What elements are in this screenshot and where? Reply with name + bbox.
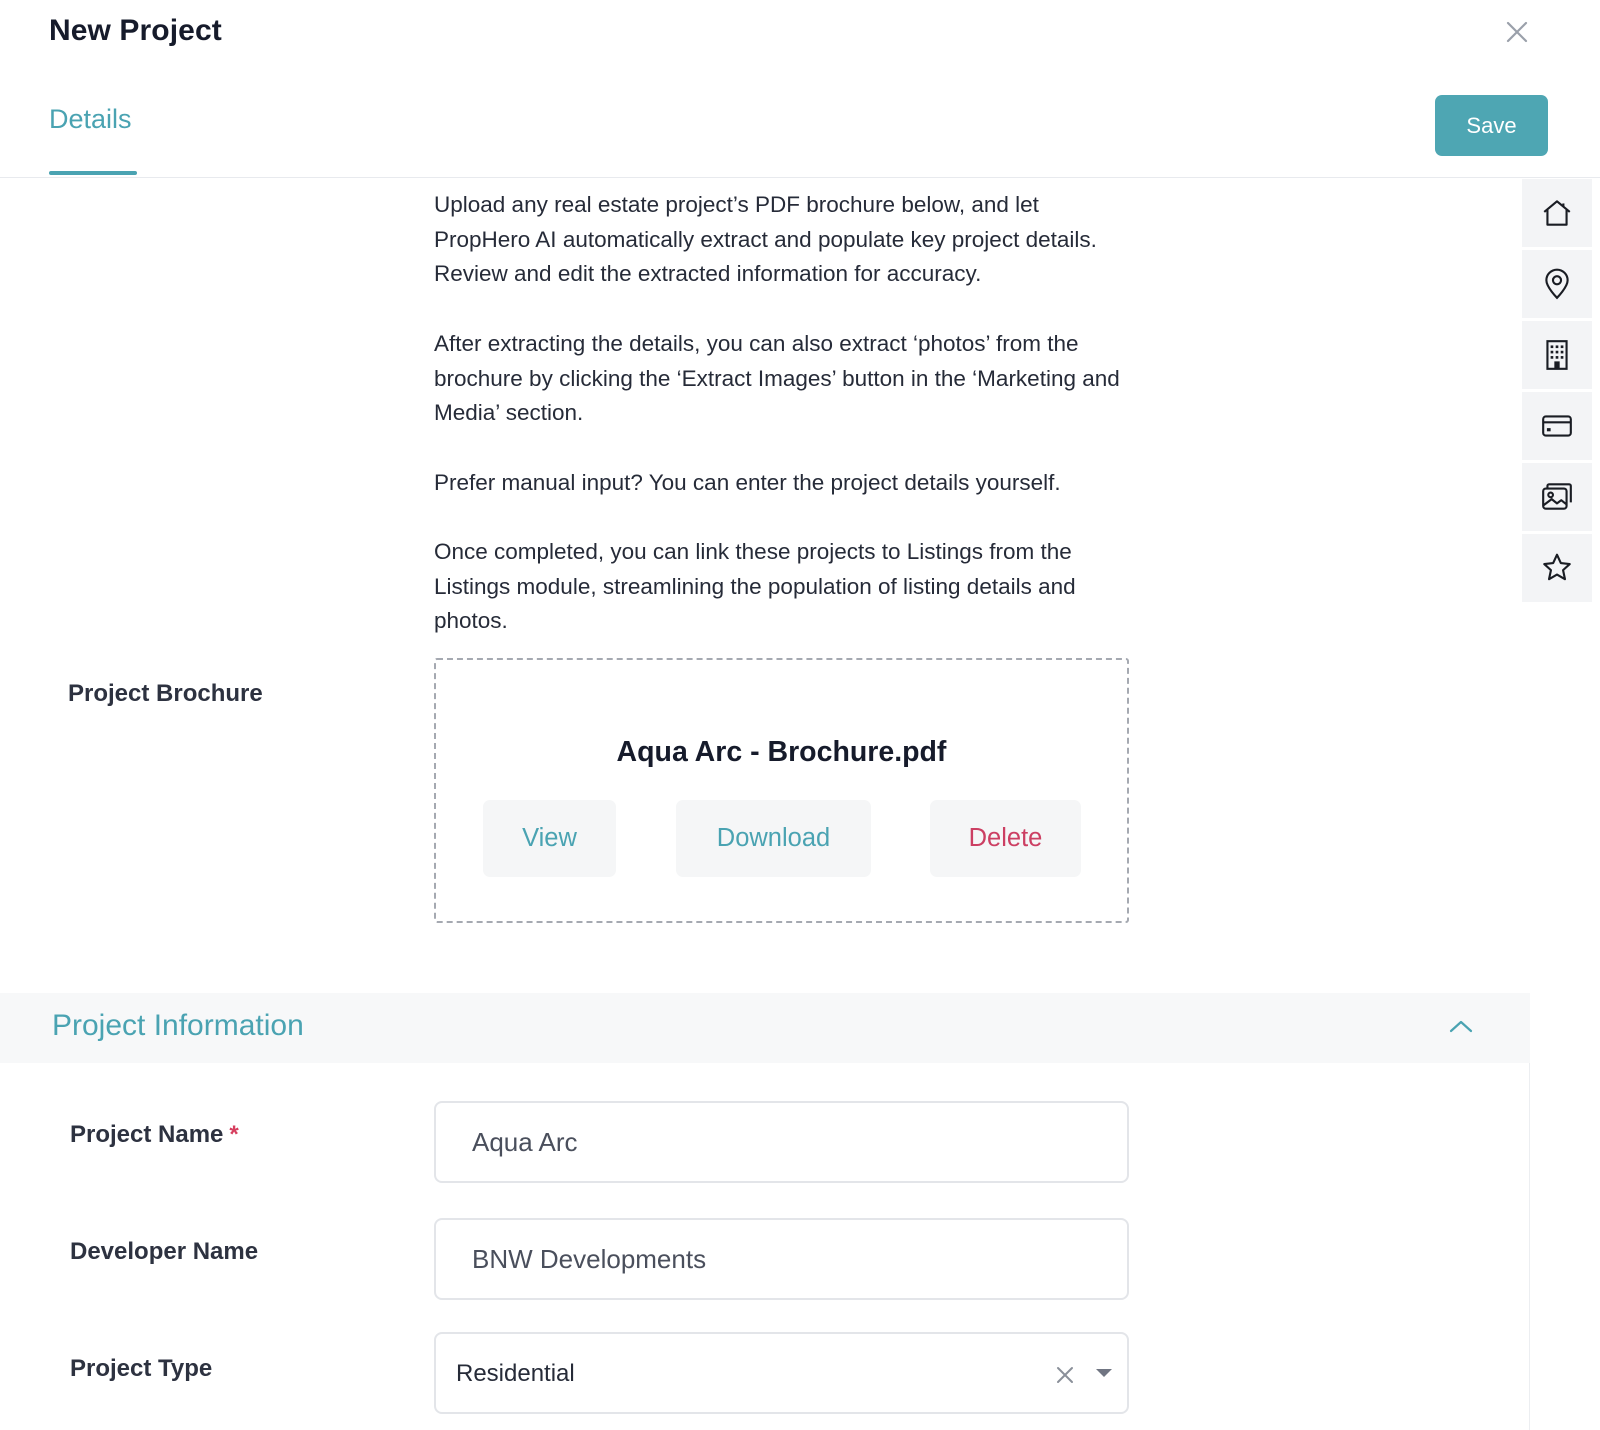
home-icon[interactable] <box>1522 179 1592 247</box>
header-divider <box>0 177 1600 178</box>
intro-text: Upload any real estate project’s PDF bro… <box>434 188 1134 674</box>
tab-details[interactable]: Details <box>49 104 132 135</box>
project-type-select[interactable]: Residential <box>434 1332 1129 1414</box>
developer-name-input[interactable] <box>434 1218 1129 1300</box>
section-border <box>1529 1063 1530 1430</box>
chevron-up-icon[interactable] <box>1447 1013 1475 1041</box>
tab-active-indicator <box>49 171 137 175</box>
credit-card-icon[interactable] <box>1522 392 1592 460</box>
project-type-value: Residential <box>456 1360 575 1387</box>
project-name-input[interactable] <box>434 1101 1129 1183</box>
clear-icon[interactable] <box>1053 1363 1077 1387</box>
developer-name-label: Developer Name <box>70 1238 259 1265</box>
intro-paragraph: Prefer manual input? You can enter the p… <box>434 469 1061 495</box>
close-icon[interactable] <box>1504 19 1530 45</box>
save-button[interactable]: Save <box>1435 95 1548 156</box>
download-button[interactable]: Download <box>676 800 871 877</box>
intro-paragraph: Upload any real estate project’s PDF bro… <box>434 192 1097 287</box>
project-brochure-label: Project Brochure <box>68 680 263 707</box>
dialog-title: New Project <box>49 14 222 47</box>
caret-down-icon[interactable] <box>1094 1366 1114 1380</box>
intro-paragraph: Once completed, you can link these proje… <box>434 538 1076 634</box>
intro-paragraph: After extracting the details, you can al… <box>434 330 1120 426</box>
brochure-upload-box: Aqua Arc - Brochure.pdf View Download De… <box>434 658 1129 923</box>
star-icon[interactable] <box>1522 534 1592 602</box>
section-nav-rail <box>1522 179 1592 605</box>
section-title: Project Information <box>52 1009 304 1042</box>
project-information-header[interactable]: Project Information <box>0 993 1530 1063</box>
delete-button[interactable]: Delete <box>930 800 1081 877</box>
gallery-icon[interactable] <box>1522 463 1592 531</box>
project-type-label: Project Type <box>70 1355 213 1382</box>
brochure-file-name: Aqua Arc - Brochure.pdf <box>616 736 947 768</box>
location-pin-icon[interactable] <box>1522 250 1592 318</box>
required-mark: * <box>229 1121 239 1148</box>
project-name-label: Project Name * <box>70 1121 239 1148</box>
view-button[interactable]: View <box>483 800 616 877</box>
building-icon[interactable] <box>1522 321 1592 389</box>
